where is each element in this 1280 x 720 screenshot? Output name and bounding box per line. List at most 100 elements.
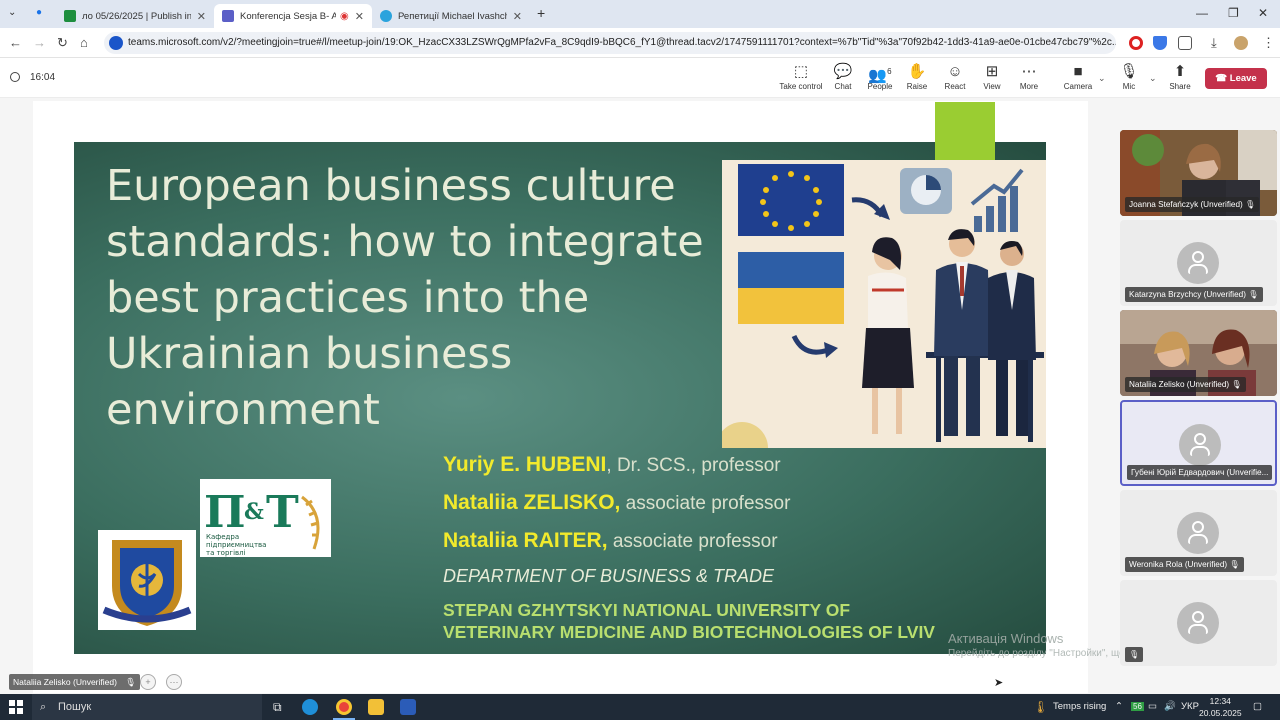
tab-list-icon[interactable]: ⌄ — [8, 7, 16, 18]
participant-tile[interactable]: 🎙 — [1120, 580, 1277, 666]
tab-telegram[interactable]: Репетиції Michael Ivashchenko ✕ — [372, 4, 530, 28]
pinned-tab-icon[interactable]: ● — [36, 7, 42, 18]
minimize-button[interactable]: — — [1196, 6, 1208, 20]
author-line: Nataliia ZELISKO, associate professor — [443, 491, 790, 515]
profile-avatar[interactable] — [1234, 36, 1248, 50]
file-explorer-icon[interactable] — [368, 699, 384, 715]
mic-options-chevron-icon[interactable]: ⌄ — [1149, 73, 1157, 84]
meeting-toolbar: 16:04 ⬚ Take control 💬 Chat 👥6 People ✋ … — [0, 58, 1280, 98]
system-clock[interactable]: 12:34 20.05.2025 — [1199, 695, 1242, 719]
tab-label: Konferencja Sesja B- AKTUA — [240, 10, 337, 22]
extensions-icon[interactable] — [1178, 36, 1192, 50]
participant-name-text: Nataliia Zelisko (Unverified) — [1129, 380, 1230, 389]
participant-name-text: Joanna Stefańczyk (Unverified) — [1129, 200, 1243, 209]
participant-tile-selected[interactable]: Губені Юрій Едвардович (Unverifie... — [1120, 400, 1277, 486]
close-icon[interactable]: ✕ — [191, 10, 206, 23]
mic-off-icon: 🎙 — [1229, 560, 1240, 569]
avatar — [1177, 602, 1219, 644]
svg-text:та торгівлі: та торгівлі — [206, 549, 246, 557]
tab-teams-meeting[interactable]: Konferencja Sesja B- AKTUA ◉ ✕ — [214, 4, 372, 28]
author-line: Nataliia RAITER, associate professor — [443, 529, 778, 553]
take-control-label: Take control — [779, 82, 823, 91]
sheets-icon — [64, 10, 76, 22]
mic-off-icon: 🎙 — [1248, 290, 1259, 299]
volume-icon[interactable]: 🔊 — [1164, 694, 1176, 720]
participant-name: Katarzyna Brzychcy (Unverified) 🎙 — [1125, 287, 1263, 302]
mic-off-icon: 🎙 — [1231, 380, 1242, 389]
edge-icon[interactable] — [302, 699, 318, 715]
svg-text:Т: Т — [266, 487, 299, 538]
author-role: associate professor — [612, 531, 778, 552]
recording-icon: ◉ — [340, 10, 349, 22]
clock-date: 20.05.2025 — [1199, 708, 1242, 718]
word-icon[interactable] — [400, 699, 416, 715]
more-dots-icon: ⋯ — [1021, 63, 1037, 80]
close-icon[interactable]: ✕ — [507, 10, 522, 23]
weather-label[interactable]: Temps rising — [1053, 694, 1106, 720]
telegram-icon — [380, 10, 392, 22]
language-indicator[interactable]: УКР — [1181, 694, 1199, 720]
chrome-icon[interactable] — [336, 699, 352, 715]
more-options-icon[interactable]: ⋯ — [166, 674, 182, 690]
participant-tile[interactable]: Nataliia Zelisko (Unverified) 🎙 — [1120, 310, 1277, 396]
shield-extension-icon[interactable] — [1153, 36, 1167, 50]
notifications-icon[interactable]: ▢ — [1253, 694, 1262, 720]
tab-publish[interactable]: ло 05/26/2025 | Publish in a sci ✕ — [56, 4, 214, 28]
browser-menu-icon[interactable]: ⋮ — [1262, 35, 1275, 51]
windows-activation-title: Активація Windows — [948, 631, 1064, 646]
network-icon[interactable]: ▭ — [1148, 694, 1157, 720]
university-line: STEPAN GZHYTSKYI NATIONAL UNIVERSITY OF — [443, 600, 851, 620]
participant-name: Weronika Rola (Unverified) 🎙 — [1125, 557, 1244, 572]
close-icon[interactable]: ✕ — [349, 10, 364, 23]
tray-badge: 56 — [1131, 702, 1144, 711]
author-role: associate professor — [625, 493, 791, 514]
svg-text:Кафедра: Кафедра — [206, 533, 239, 541]
share-button[interactable]: ⬆ Share — [1158, 62, 1202, 91]
camera-button[interactable]: ■ Camera — [1056, 62, 1100, 91]
author-name: Nataliia ZELISKO, — [443, 491, 621, 514]
tray-overflow-icon[interactable]: ⌃ — [1115, 694, 1123, 720]
site-info-icon[interactable] — [109, 36, 123, 50]
university-crest — [98, 530, 196, 630]
download-icon[interactable]: ⤓ — [1211, 35, 1217, 51]
university-label: STEPAN GZHYTSKYI NATIONAL UNIVERSITY OF … — [443, 599, 935, 643]
participant-name-text: Weronika Rola (Unverified) — [1129, 560, 1228, 569]
address-bar[interactable]: teams.microsoft.com/v2/?meetingjoin=true… — [104, 32, 1116, 54]
camera-options-chevron-icon[interactable]: ⌄ — [1098, 73, 1106, 84]
leave-label: Leave — [1229, 73, 1257, 84]
mic-off-icon: 🎙 — [1245, 200, 1256, 209]
task-view-icon[interactable]: ⧉ — [273, 694, 282, 720]
more-button[interactable]: ⋯ More — [1007, 62, 1051, 91]
close-window-button[interactable]: ✕ — [1258, 6, 1268, 20]
take-control-button[interactable]: ⬚ Take control — [779, 62, 823, 91]
avatar — [1177, 242, 1219, 284]
leave-button[interactable]: ☎ Leave — [1205, 68, 1267, 89]
mic-off-icon: 🎙 — [125, 677, 137, 687]
take-control-icon: ⬚ — [793, 63, 809, 80]
home-icon[interactable]: ⌂ — [80, 35, 88, 50]
back-icon[interactable]: ← — [9, 35, 22, 50]
mic-button[interactable]: 🎙 Mic — [1107, 62, 1151, 91]
windows-start-icon[interactable] — [9, 700, 23, 714]
add-icon[interactable]: + — [140, 674, 156, 690]
camera-label: Camera — [1063, 82, 1093, 91]
participant-tile[interactable]: Joanna Stefańczyk (Unverified) 🎙 — [1120, 130, 1277, 216]
business-illustration — [722, 160, 1046, 448]
participant-tile[interactable]: Katarzyna Brzychcy (Unverified) 🎙 — [1120, 220, 1277, 306]
thermometer-icon: 🌡 — [1033, 700, 1049, 714]
mic-label: Mic — [1122, 82, 1136, 91]
forward-icon[interactable]: → — [33, 35, 46, 50]
opera-extension-icon[interactable] — [1129, 36, 1143, 50]
taskbar-search[interactable]: ⌕ Пошук — [32, 694, 262, 720]
presenter-name: Nataliia Zelisko (Unverified) — [13, 677, 117, 687]
author-role: , Dr. SCS., professor — [606, 455, 781, 476]
reload-icon[interactable]: ↻ — [57, 35, 68, 51]
svg-text:підприємництва: підприємництва — [206, 541, 266, 549]
maximize-button[interactable]: ❐ — [1228, 6, 1239, 20]
meeting-timer: 16:04 — [30, 72, 56, 83]
browser-toolbar: ← → ↻ ⌂ teams.microsoft.com/v2/?meetingj… — [0, 28, 1280, 58]
mic-off-icon: 🎙 — [1125, 647, 1143, 662]
participant-tile[interactable]: Weronika Rola (Unverified) 🎙 — [1120, 490, 1277, 576]
people-count: 6 — [887, 67, 892, 76]
new-tab-button[interactable]: + — [537, 5, 545, 21]
